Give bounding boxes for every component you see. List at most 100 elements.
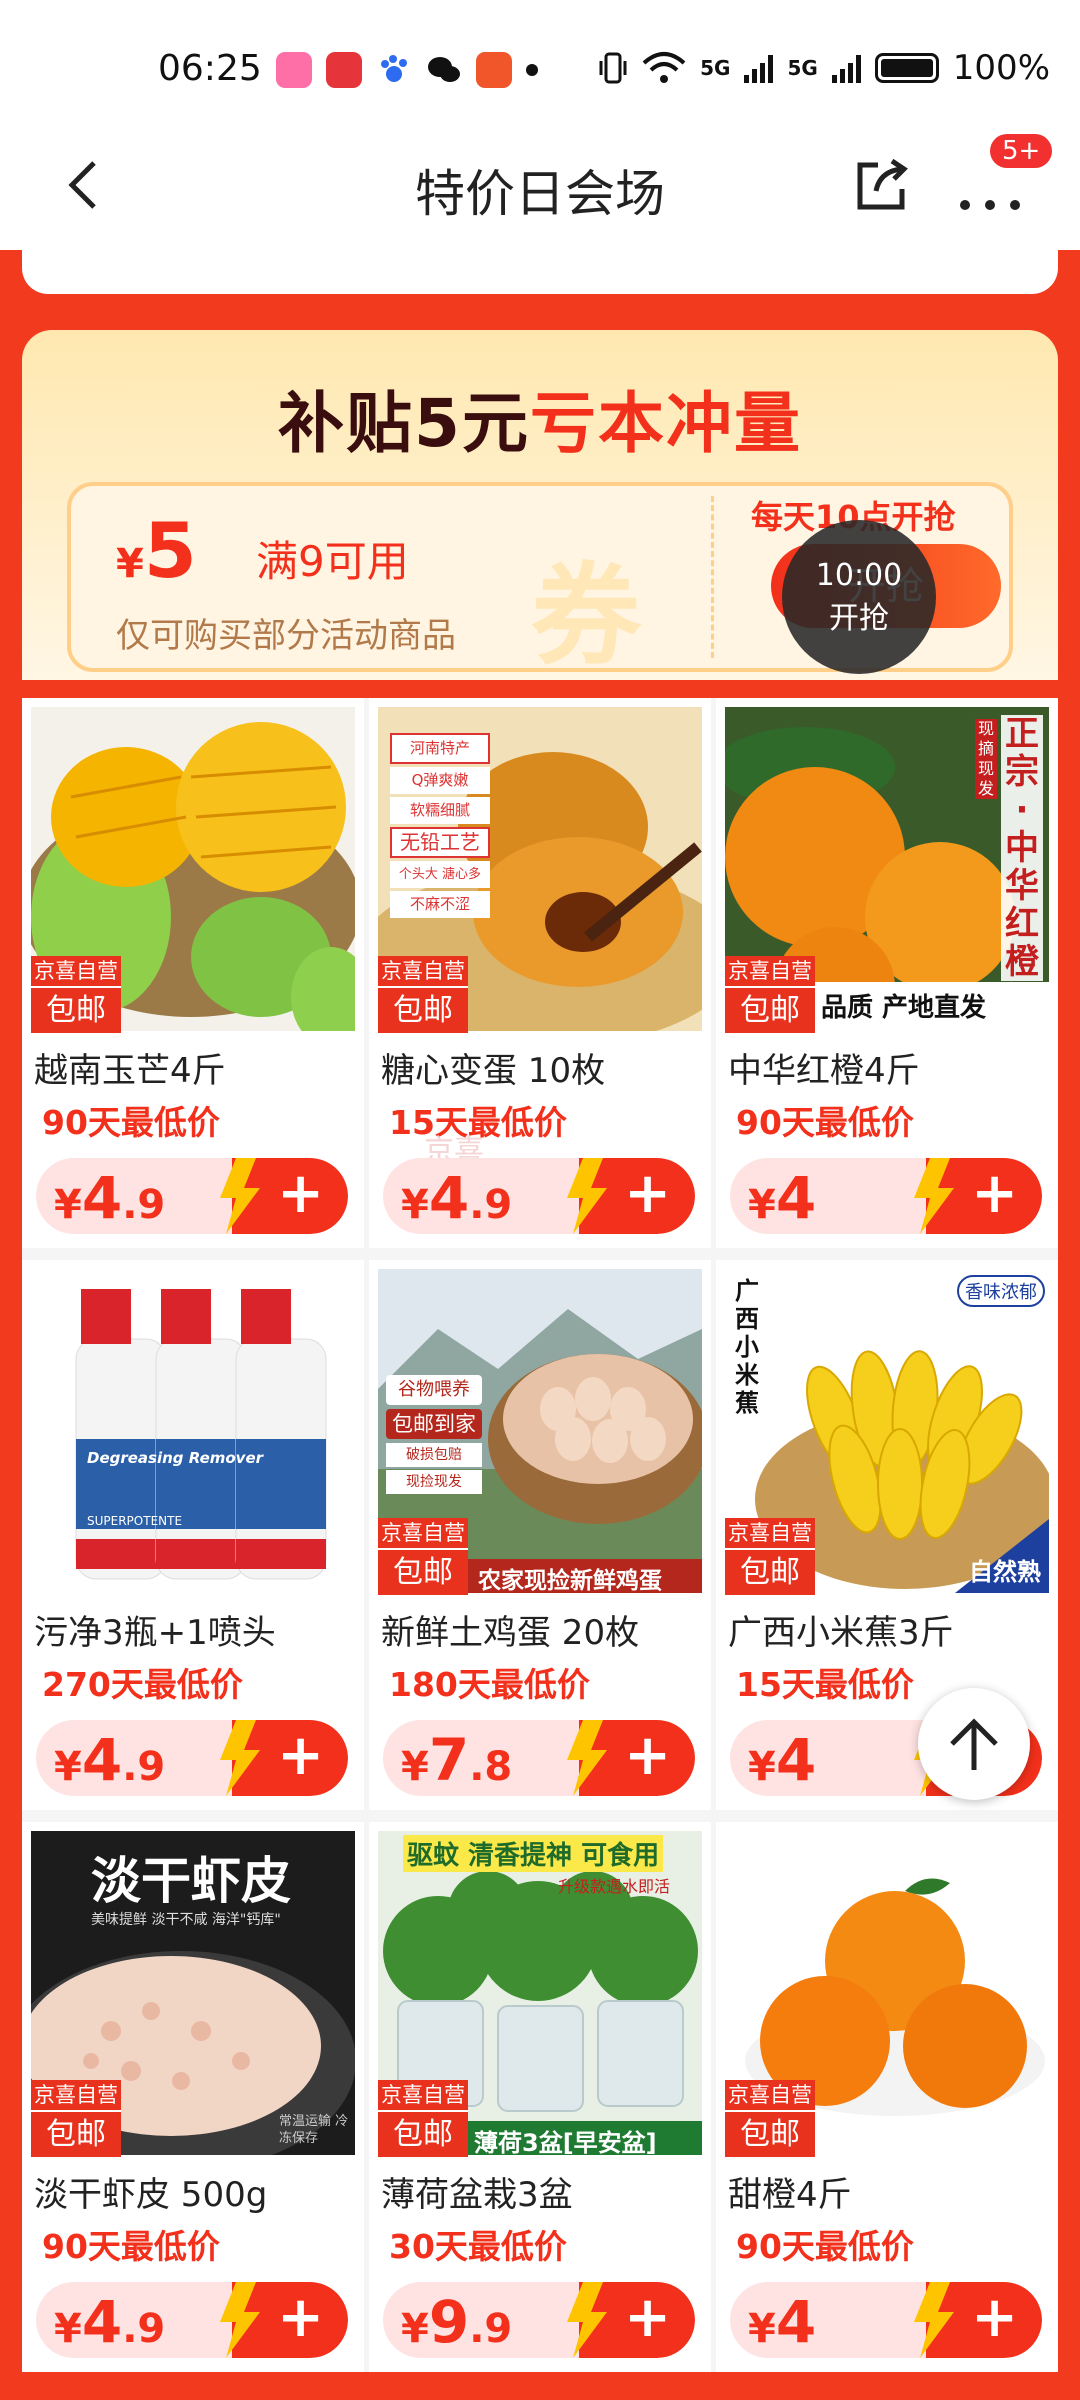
product-price: ¥4.9 — [54, 1164, 165, 1232]
self-operated-tag: 京喜自营 包邮 — [725, 2080, 815, 2157]
product-price: ¥7.8 — [401, 1726, 512, 1794]
price-integer: 4 — [81, 1726, 123, 1794]
app-notification-icon — [276, 52, 312, 88]
product-price: ¥4 — [748, 1726, 816, 1794]
product-name: 中华红橙4斤 — [728, 1051, 920, 1091]
network-type-label: 5G — [700, 56, 731, 80]
price-bar: ¥4.9 + — [383, 1158, 695, 1234]
countdown-overlay[interactable]: 10:00 开抢 — [782, 520, 936, 674]
product-price: ¥4.9 — [54, 1726, 165, 1794]
price-decimal: .9 — [122, 1744, 166, 1790]
scroll-to-top-button[interactable] — [918, 1688, 1030, 1800]
notification-icons — [276, 52, 538, 88]
lightning-icon — [914, 2282, 954, 2358]
price-bar: ¥4.9 + — [36, 2282, 348, 2358]
product-card[interactable]: 淡干虾皮 美味提鲜 淡干不咸 海洋"钙库" 常温运输 冷冻保存 京喜自营 包邮 淡… — [22, 1822, 364, 2372]
status-right: 5G 5G 100% — [598, 48, 1050, 88]
add-to-cart-button[interactable]: + — [220, 2282, 348, 2358]
banner-text-a: 补贴5元 — [278, 385, 530, 462]
add-to-cart-button[interactable]: + — [567, 2282, 695, 2358]
product-card[interactable]: Degreasing Remover SUPERPOTENTE 污净3瓶+1喷头… — [22, 1260, 364, 1810]
network-type-label: 5G — [787, 56, 818, 80]
tag-line-1: 京喜自营 — [378, 2080, 468, 2110]
coupon-note: 仅可购买部分活动商品 — [116, 616, 456, 656]
product-price: ¥4.9 — [54, 2288, 165, 2356]
countdown-time: 10:00 — [815, 558, 903, 593]
spray-bottles-image — [31, 1269, 355, 1593]
self-operated-tag: 京喜自营 包邮 — [378, 956, 468, 1033]
lightning-icon — [220, 1720, 260, 1796]
plus-icon: + — [277, 1161, 324, 1226]
arrow-up-icon — [950, 1718, 998, 1770]
product-card[interactable]: 京喜自营 包邮 越南玉芒4斤 90天最低价 ¥4.9 + — [22, 698, 364, 1248]
tag-line-2: 包邮 — [31, 986, 121, 1033]
add-to-cart-button[interactable]: + — [220, 1158, 348, 1234]
price-decimal: .8 — [469, 1744, 513, 1790]
lightning-icon — [220, 2282, 260, 2358]
plus-icon: + — [971, 2285, 1018, 2350]
coupon-condition: 满9可用 — [256, 537, 409, 586]
nav-bar: 特价日会场 5+ — [0, 130, 1080, 250]
mint-top-text: 驱蚊 清香提神 可食用 — [403, 1835, 664, 1872]
tag-line-1: 京喜自营 — [378, 1518, 468, 1548]
price-decimal: .9 — [122, 2306, 166, 2352]
page-title: 特价日会场 — [415, 165, 665, 223]
orange-badge: 现摘现发 — [975, 719, 997, 799]
currency-symbol: ¥ — [401, 1744, 429, 1790]
product-name: 越南玉芒4斤 — [34, 1051, 226, 1091]
lowest-price-label: 90天最低价 — [42, 1103, 220, 1142]
tag-line-2: 包邮 — [31, 2110, 121, 2157]
lowest-price-label: 270天最低价 — [42, 1665, 243, 1704]
currency-symbol: ¥ — [54, 1744, 82, 1790]
product-card[interactable]: 京喜自营 包邮 甜橙4斤 90天最低价 ¥4 + — [716, 1822, 1058, 2372]
battery-icon — [874, 53, 939, 83]
lightning-icon — [567, 1158, 607, 1234]
product-name: 糖心变蛋 10枚 — [381, 1051, 606, 1091]
plus-icon: + — [971, 1161, 1018, 1226]
previous-section-card — [22, 250, 1058, 294]
add-to-cart-button[interactable]: + — [220, 1720, 348, 1796]
lightning-icon — [567, 2282, 607, 2358]
product-name: 广西小米蕉3斤 — [728, 1613, 954, 1653]
coupon-stamp-watermark: 券 — [531, 552, 641, 680]
tag-line-1: 京喜自营 — [725, 1518, 815, 1548]
price-integer: 4 — [81, 1164, 123, 1232]
spray-sub-text: SUPERPOTENTE — [87, 1514, 183, 1528]
wechat-icon — [426, 52, 462, 88]
product-card[interactable]: 河南特产 Q弹爽嫩 软糯细腻 无铅工艺 个头大 溏心多 不麻不涩 京喜自营 包邮 … — [369, 698, 711, 1248]
price-integer: 4 — [81, 2288, 123, 2356]
orange-side-text: 正宗·中华红橙 — [1001, 715, 1043, 981]
plus-icon: + — [624, 2285, 671, 2350]
price-decimal: .9 — [122, 1182, 166, 1228]
product-card[interactable]: 谷物喂养 包邮到家 破损包赔 现捡现发 农家现捡新鲜鸡蛋 京喜自营 包邮 新鲜土鸡… — [369, 1260, 711, 1810]
product-name: 新鲜土鸡蛋 20枚 — [381, 1613, 640, 1653]
lowest-price-label: 15天最低价 — [736, 1665, 914, 1704]
product-card[interactable]: 驱蚊 清香提神 可食用 升级款遇水即活 薄荷3盆[早安盆] 京喜自营 包邮 薄荷盆… — [369, 1822, 711, 2372]
coupon-banner-title: 补贴5元亏本冲量 — [22, 370, 1058, 466]
price-decimal: .9 — [469, 2306, 513, 2352]
currency-symbol: ¥ — [401, 2306, 429, 2352]
self-operated-tag: 京喜自营 包邮 — [378, 2080, 468, 2157]
mint-strip-text: 薄荷3盆[早安盆] — [474, 2129, 657, 2155]
product-price: ¥4 — [748, 2288, 816, 2356]
tag-line-1: 京喜自营 — [31, 956, 121, 986]
currency-symbol: ¥ — [54, 1182, 82, 1228]
product-badge: 破损包赔 — [386, 1443, 482, 1467]
coupon-amount: ¥5 — [116, 506, 197, 595]
product-badge: Q弹爽嫩 — [390, 767, 490, 794]
add-to-cart-button[interactable]: + — [914, 1158, 1042, 1234]
price-bar: ¥4 + — [730, 2282, 1042, 2358]
product-card[interactable]: 正宗·中华红橙 现摘现发 品质 产地直发 京喜自营 包邮 中华红橙4斤 90天最低… — [716, 698, 1058, 1248]
app-notification-icon — [476, 52, 512, 88]
price-integer: 7 — [428, 1726, 470, 1794]
tag-line-2: 包邮 — [725, 1548, 815, 1595]
banana-side-text: 广西小米蕉 — [735, 1277, 759, 1417]
tag-line-2: 包邮 — [378, 1548, 468, 1595]
add-to-cart-button[interactable]: + — [567, 1720, 695, 1796]
share-icon[interactable] — [852, 155, 912, 215]
self-operated-tag: 京喜自营 包邮 — [725, 956, 815, 1033]
add-to-cart-button[interactable]: + — [914, 2282, 1042, 2358]
add-to-cart-button[interactable]: + — [567, 1158, 695, 1234]
product-image: Degreasing Remover SUPERPOTENTE — [31, 1269, 355, 1593]
tag-line-1: 京喜自营 — [725, 2080, 815, 2110]
